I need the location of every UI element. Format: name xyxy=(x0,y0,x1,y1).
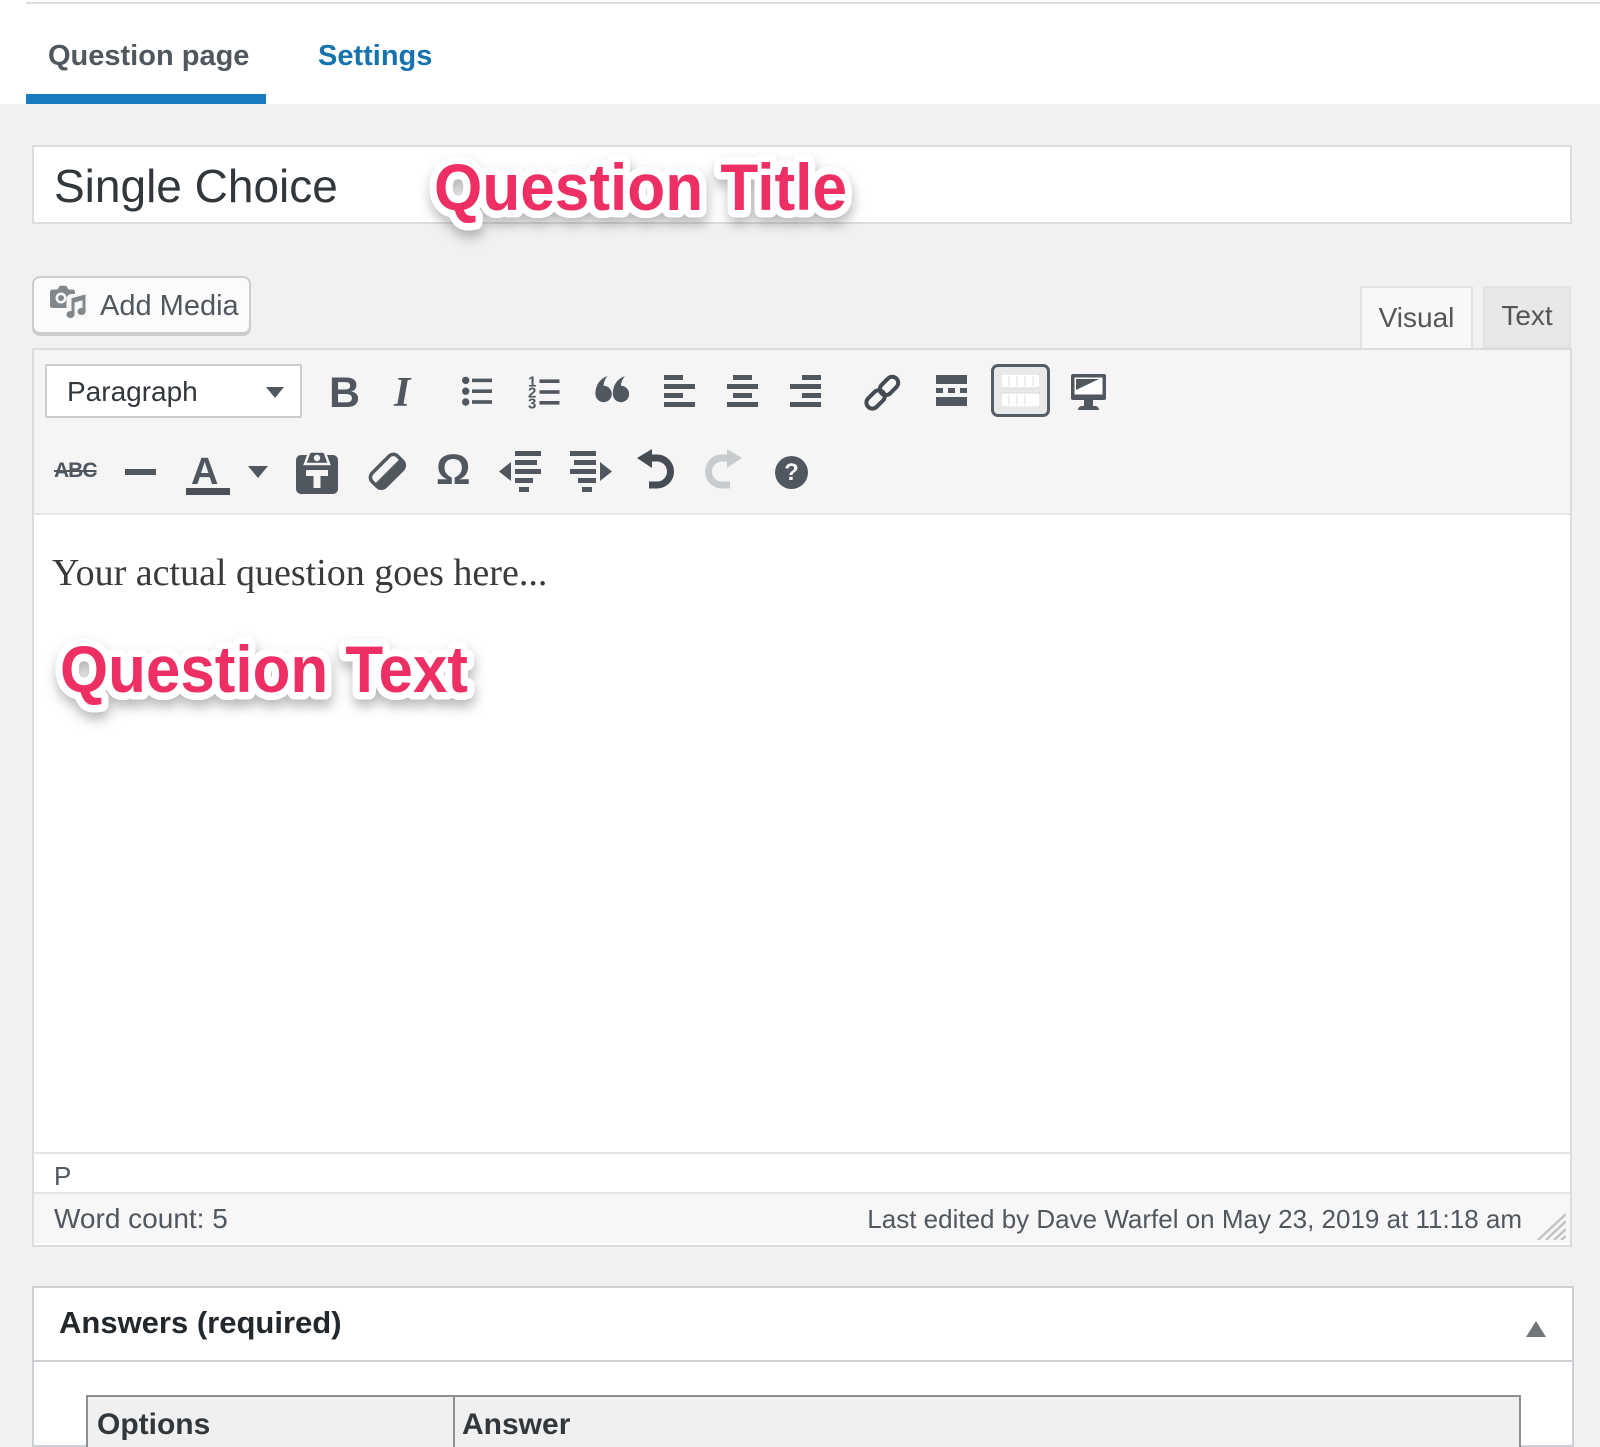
svg-text:Question Text: Question Text xyxy=(60,632,468,706)
svg-text:Question Title: Question Title xyxy=(434,150,847,224)
svg-text:3: 3 xyxy=(528,396,536,411)
